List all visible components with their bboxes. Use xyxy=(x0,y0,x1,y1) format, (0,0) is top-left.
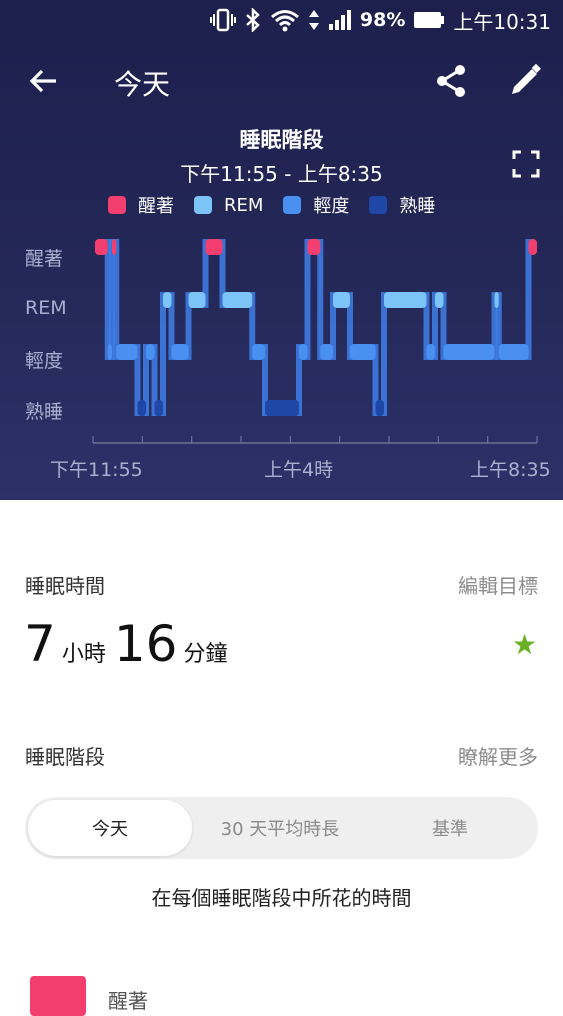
edit-goal-link[interactable]: 編輯目標 xyxy=(458,570,538,599)
stage-segment xyxy=(498,344,529,360)
sleep-header: 98% 上午10:31 今天 睡眠階段 下午11:55 - 上午8:35 醒著 … xyxy=(0,0,563,500)
goal-star-icon: ★ xyxy=(512,628,538,661)
stage-transition xyxy=(317,239,324,360)
sleep-duration: 7 小時 16 分鐘 xyxy=(24,615,235,673)
stage-segment xyxy=(95,239,108,255)
sleep-time-label: 睡眠時間 xyxy=(25,574,105,598)
stage-segment xyxy=(494,292,499,308)
stage-segment xyxy=(307,239,321,255)
stage-segment xyxy=(205,239,223,255)
x-label-start: 下午11:55 xyxy=(50,459,143,481)
stage-segment xyxy=(320,344,333,360)
stage-transition xyxy=(525,239,532,360)
x-label-mid: 上午4時 xyxy=(264,459,334,481)
stage-segment xyxy=(299,344,308,360)
stage-transition xyxy=(160,292,166,416)
stage-segment xyxy=(154,400,163,416)
stage-segment xyxy=(528,239,537,255)
stage-segment xyxy=(137,400,146,416)
stage-segment xyxy=(116,344,138,360)
stage-segment xyxy=(188,292,206,308)
x-label-end: 上午8:35 xyxy=(470,459,551,481)
stage-color-swatch xyxy=(30,976,86,1016)
hours-unit: 小時 xyxy=(61,642,106,667)
tab-today[interactable]: 今天 xyxy=(28,800,192,856)
stage-segment xyxy=(222,292,253,308)
stage-time-caption: 在每個睡眠階段中所花的時間 xyxy=(151,886,412,910)
learn-more-link[interactable]: 瞭解更多 xyxy=(458,741,538,770)
stage-segment xyxy=(163,292,172,308)
stage-segment xyxy=(435,292,444,308)
tab-benchmark[interactable]: 基準 xyxy=(365,800,535,856)
stage-segment xyxy=(375,400,384,416)
stage-segment xyxy=(265,400,299,416)
stage-segment xyxy=(171,344,189,360)
stage-segment xyxy=(443,344,495,360)
stage-transition xyxy=(113,239,120,360)
sleep-stages-label: 睡眠階段 xyxy=(25,745,105,769)
stage-transition xyxy=(304,239,311,360)
tab-30-day-average[interactable]: 30 天平均時長 xyxy=(197,800,363,856)
minutes-unit: 分鐘 xyxy=(183,642,228,667)
stage-segment xyxy=(146,344,155,360)
stage-segment xyxy=(107,344,112,360)
hours-value: 7 xyxy=(24,615,56,673)
period-segmented-control: 今天 30 天平均時長 基準 xyxy=(25,797,538,859)
sleep-stage-chart xyxy=(92,239,538,444)
stage-segment xyxy=(350,344,376,360)
stage-segment xyxy=(252,344,265,360)
stage-transition xyxy=(381,292,387,416)
stage-segment xyxy=(426,344,435,360)
stage-segment xyxy=(333,292,350,308)
minutes-value: 16 xyxy=(113,615,178,673)
stage-segment xyxy=(112,239,117,255)
stage-segment xyxy=(384,292,427,308)
